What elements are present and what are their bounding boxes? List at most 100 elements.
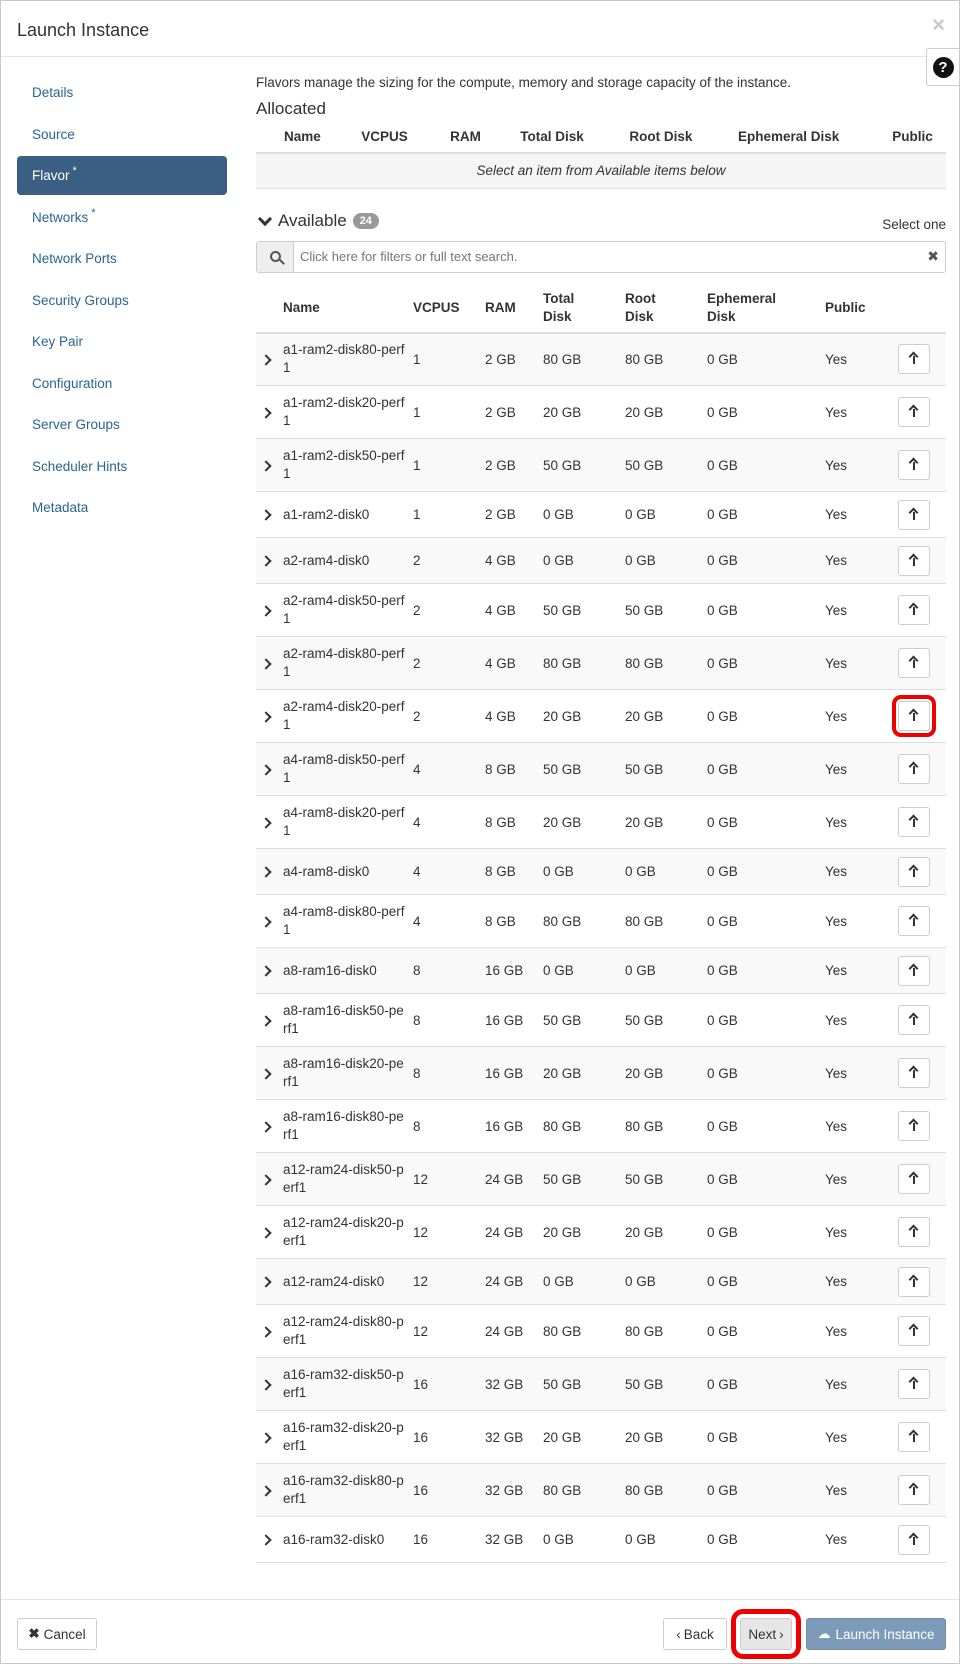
- allocate-button[interactable]: [898, 1164, 930, 1194]
- search-input[interactable]: [294, 241, 945, 272]
- sidebar-item-source[interactable]: Source: [17, 115, 227, 154]
- chevron-right-icon[interactable]: [260, 1325, 272, 1338]
- expand-cell[interactable]: [256, 583, 283, 637]
- chevron-right-icon[interactable]: [260, 1484, 272, 1497]
- expand-cell[interactable]: [256, 636, 283, 690]
- chevron-right-icon[interactable]: [260, 1431, 272, 1444]
- allocate-button[interactable]: [898, 1058, 930, 1088]
- allocate-button[interactable]: [898, 1005, 930, 1035]
- cell-total-disk: 0 GB: [543, 537, 625, 584]
- cell-ephemeral-disk: 0 GB: [707, 1046, 825, 1100]
- chevron-right-icon[interactable]: [260, 509, 272, 521]
- allocate-button[interactable]: [898, 499, 930, 530]
- allocate-button[interactable]: [898, 1369, 930, 1399]
- expand-cell[interactable]: [256, 1152, 283, 1206]
- sidebar-item-details[interactable]: Details: [17, 73, 227, 112]
- allocate-button[interactable]: [898, 906, 930, 936]
- allocate-button[interactable]: [898, 754, 930, 784]
- expand-cell[interactable]: [256, 1304, 283, 1358]
- allocate-button[interactable]: [898, 1266, 930, 1297]
- launch-instance-button[interactable]: ☁ Launch Instance: [806, 1618, 946, 1650]
- allocate-button[interactable]: [898, 1422, 930, 1452]
- chevron-right-icon[interactable]: [260, 710, 272, 723]
- expand-cell[interactable]: [256, 1099, 283, 1153]
- allocate-button[interactable]: [898, 955, 930, 986]
- sidebar-item-scheduler-hints[interactable]: Scheduler Hints: [17, 447, 227, 486]
- allocate-button[interactable]: [898, 807, 930, 837]
- chevron-right-icon[interactable]: [260, 1534, 272, 1546]
- chevron-right-icon[interactable]: [260, 1014, 272, 1027]
- expand-cell[interactable]: [256, 993, 283, 1047]
- chevron-right-icon[interactable]: [260, 354, 272, 366]
- allocate-button[interactable]: [898, 545, 930, 576]
- allocate-button[interactable]: [898, 1111, 930, 1141]
- expand-cell[interactable]: [256, 947, 283, 994]
- allocate-button[interactable]: [898, 1524, 930, 1555]
- chevron-right-icon[interactable]: [260, 816, 272, 829]
- cell-root-disk: 0 GB: [625, 491, 707, 538]
- expand-cell[interactable]: [256, 1258, 283, 1305]
- chevron-right-icon[interactable]: [260, 406, 272, 419]
- expand-cell[interactable]: [256, 1046, 283, 1100]
- expand-cell[interactable]: [256, 537, 283, 584]
- chevron-right-icon[interactable]: [260, 459, 272, 472]
- expand-cell[interactable]: [256, 1410, 283, 1464]
- action-cell: [892, 332, 946, 386]
- chevron-right-icon[interactable]: [260, 1173, 272, 1186]
- allocate-button[interactable]: [898, 397, 930, 427]
- sidebar-item-key-pair[interactable]: Key Pair: [17, 322, 227, 361]
- sidebar-item-metadata[interactable]: Metadata: [17, 488, 227, 527]
- allocate-button[interactable]: [898, 595, 930, 625]
- allocate-button[interactable]: [898, 1475, 930, 1505]
- expand-cell[interactable]: [256, 1357, 283, 1411]
- chevron-right-icon[interactable]: [260, 604, 272, 617]
- allocate-button[interactable]: [898, 450, 930, 480]
- cell-ram: 32 GB: [485, 1463, 543, 1517]
- cancel-button[interactable]: ✖ Cancel: [17, 1618, 97, 1650]
- expand-cell[interactable]: [256, 894, 283, 948]
- clear-search-icon[interactable]: ✖: [927, 248, 939, 265]
- next-button[interactable]: Next ›: [731, 1609, 801, 1659]
- chevron-right-icon[interactable]: [260, 1067, 272, 1080]
- sidebar-item-network-ports[interactable]: Network Ports: [17, 239, 227, 278]
- sidebar-item-configuration[interactable]: Configuration: [17, 364, 227, 403]
- chevron-right-icon[interactable]: [260, 657, 272, 670]
- expand-cell[interactable]: [256, 1205, 283, 1259]
- allocate-button[interactable]: [898, 1217, 930, 1247]
- allocate-button[interactable]: [898, 344, 930, 375]
- expand-cell[interactable]: [256, 742, 283, 796]
- chevron-right-icon[interactable]: [260, 1276, 272, 1288]
- expand-cell[interactable]: [256, 332, 283, 386]
- expand-cell[interactable]: [256, 689, 283, 743]
- sidebar-item-networks[interactable]: Networks *: [17, 198, 227, 237]
- back-button[interactable]: ‹ Back: [663, 1618, 727, 1650]
- close-icon[interactable]: ×: [932, 13, 945, 37]
- sidebar-item-server-groups[interactable]: Server Groups: [17, 405, 227, 444]
- search-bar: ✖: [256, 240, 946, 273]
- sidebar-item-security-groups[interactable]: Security Groups: [17, 281, 227, 320]
- chevron-right-icon[interactable]: [260, 1120, 272, 1133]
- allocate-button[interactable]: [898, 648, 930, 678]
- allocate-button[interactable]: [898, 856, 930, 887]
- allocate-button[interactable]: [892, 695, 936, 737]
- chevron-right-icon[interactable]: [260, 915, 272, 928]
- cell-ephemeral-disk: 0 GB: [707, 947, 825, 994]
- expand-cell[interactable]: [256, 385, 283, 439]
- expand-cell[interactable]: [256, 1463, 283, 1517]
- chevron-right-icon[interactable]: [260, 555, 272, 567]
- chevron-right-icon[interactable]: [260, 866, 272, 878]
- chevron-right-icon[interactable]: [260, 763, 272, 776]
- cell-ephemeral-disk: 0 GB: [707, 583, 825, 637]
- expand-cell[interactable]: [256, 795, 283, 849]
- available-toggle[interactable]: Available 24: [256, 211, 379, 231]
- chevron-right-icon[interactable]: [260, 965, 272, 977]
- expand-cell[interactable]: [256, 848, 283, 895]
- chevron-right-icon[interactable]: [260, 1378, 272, 1391]
- chevron-right-icon[interactable]: [260, 1226, 272, 1239]
- allocate-button[interactable]: [898, 1316, 930, 1346]
- sidebar-item-flavor[interactable]: Flavor *: [17, 156, 227, 195]
- table-row: a1-ram2-disk20-perf1 1 2 GB 20 GB 20 GB 0 GB Y…: [256, 385, 946, 439]
- expand-cell[interactable]: [256, 438, 283, 492]
- expand-cell[interactable]: [256, 491, 283, 538]
- expand-cell[interactable]: [256, 1516, 283, 1563]
